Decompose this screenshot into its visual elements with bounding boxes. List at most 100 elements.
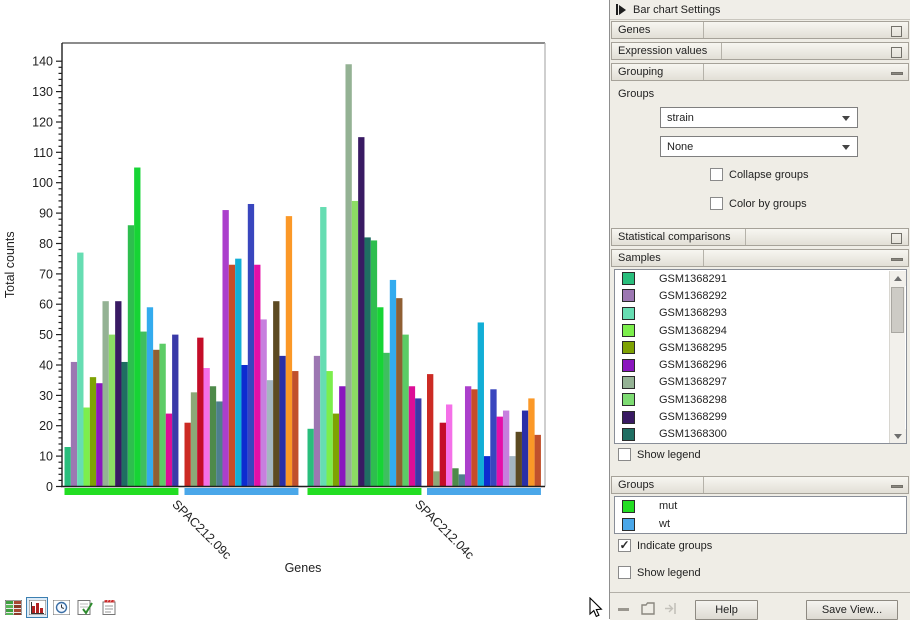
help-button[interactable]: Help (695, 600, 758, 620)
new-view-icon[interactable] (641, 602, 655, 615)
svg-text:SPAC212.09c: SPAC212.09c (169, 497, 234, 562)
svg-text:90: 90 (39, 207, 53, 221)
svg-text:70: 70 (39, 267, 53, 281)
group-list-item[interactable]: wt (615, 515, 906, 533)
sample-name: GSM1368296 (659, 359, 727, 371)
mouse-cursor (583, 597, 603, 619)
collapse-all-icon[interactable] (618, 603, 632, 615)
group-color-swatch (622, 500, 635, 513)
section-samples[interactable]: Samples (611, 249, 909, 267)
dock-view-icon[interactable] (664, 602, 678, 615)
element-info-icon[interactable] (74, 597, 96, 618)
sample-list-item[interactable]: GSM1368292 (615, 287, 906, 304)
save-view-button[interactable]: Save View... (806, 600, 898, 620)
sample-list-item[interactable]: GSM1368295 (615, 339, 906, 356)
subgroup-dropdown[interactable]: None (660, 136, 858, 157)
svg-text:80: 80 (39, 237, 53, 251)
sample-color-swatch (622, 307, 635, 320)
sample-name: GSM1368292 (659, 290, 727, 302)
sample-color-swatch (622, 341, 635, 354)
group-list-item[interactable]: mut (615, 497, 906, 515)
svg-text:Total counts: Total counts (3, 231, 17, 298)
section-grouping[interactable]: Grouping (611, 63, 909, 81)
groups-legend-list[interactable]: mut wt (614, 496, 907, 534)
sample-list-item[interactable]: GSM1368300 (615, 426, 906, 443)
sample-name: GSM1368298 (659, 394, 727, 406)
svg-text:110: 110 (33, 146, 53, 160)
sample-list-item[interactable]: GSM1368294 (615, 322, 906, 339)
group-name: mut (659, 500, 677, 512)
sample-list-item[interactable]: GSM1368299 (615, 408, 906, 425)
svg-text:20: 20 (39, 419, 53, 433)
svg-text:100: 100 (32, 176, 53, 190)
expand-section-icon[interactable] (891, 47, 902, 58)
scrollbar-thumb[interactable] (891, 287, 904, 333)
svg-text:Genes: Genes (285, 561, 322, 575)
sample-name: GSM1368291 (659, 273, 727, 285)
svg-text:30: 30 (39, 389, 53, 403)
section-genes[interactable]: Genes (611, 21, 909, 39)
collapse-section-icon[interactable] (891, 485, 903, 488)
svg-text:130: 130 (32, 85, 53, 99)
sample-color-swatch (622, 376, 635, 389)
section-statistical-comparisons[interactable]: Statistical comparisons (611, 228, 909, 246)
collapse-groups-checkbox[interactable]: Collapse groups (710, 168, 809, 181)
panel-expander-icon[interactable] (616, 4, 626, 15)
bar-chart-view-icon[interactable] (26, 597, 48, 618)
sample-list-item[interactable]: GSM1368298 (615, 391, 906, 408)
color-by-groups-checkbox[interactable]: Color by groups (710, 197, 807, 210)
samples-show-legend-checkbox[interactable]: Show legend (618, 448, 701, 461)
sample-name: GSM1368299 (659, 411, 727, 423)
svg-text:50: 50 (39, 328, 53, 342)
samples-scrollbar[interactable] (889, 271, 905, 444)
svg-text:60: 60 (39, 298, 53, 312)
expand-section-icon[interactable] (891, 26, 902, 37)
svg-text:10: 10 (39, 450, 53, 464)
sample-name: GSM1368293 (659, 307, 727, 319)
section-expression-values[interactable]: Expression values (611, 42, 909, 60)
groups-label: Groups (618, 88, 654, 100)
group-by-dropdown[interactable]: strain (660, 107, 858, 128)
sample-list-item[interactable]: GSM1368297 (615, 374, 906, 391)
collapse-section-icon[interactable] (891, 72, 903, 75)
panel-bottom-bar: Help Save View... (610, 592, 910, 620)
sample-color-swatch (622, 393, 635, 406)
collapse-section-icon[interactable] (891, 258, 903, 261)
sample-name: GSM1368300 (659, 428, 727, 440)
sample-color-swatch (622, 289, 635, 302)
settings-panel: Bar chart Settings Genes Expression valu… (609, 0, 910, 619)
sample-color-swatch (622, 324, 635, 337)
section-groups[interactable]: Groups (611, 476, 909, 494)
sample-color-swatch (622, 359, 635, 372)
app-window: 10 20 30 40 50 60 70 80 90 100 110 120 130 140 0 Total … (0, 0, 910, 619)
sample-color-swatch (622, 272, 635, 285)
chevron-down-icon (842, 116, 850, 121)
view-toolbar (2, 596, 120, 618)
sample-color-swatch (622, 411, 635, 424)
svg-text:120: 120 (32, 116, 53, 130)
samples-list[interactable]: GSM1368291 GSM1368292 GSM1368293 GSM1368294… (614, 269, 907, 444)
group-color-swatch (622, 518, 635, 531)
indicate-groups-checkbox[interactable]: Indicate groups (618, 539, 712, 552)
groups-show-legend-checkbox[interactable]: Show legend (618, 566, 701, 579)
svg-text:SPAC212.04c: SPAC212.04c (412, 497, 477, 562)
chevron-down-icon (842, 145, 850, 150)
history-view-icon[interactable] (50, 597, 72, 618)
svg-text:40: 40 (39, 359, 53, 373)
sample-list-item[interactable]: GSM1368296 (615, 356, 906, 373)
scroll-down-icon[interactable] (890, 429, 906, 444)
chart-area: 10 20 30 40 50 60 70 80 90 100 110 120 130 140 0 Total … (0, 0, 608, 619)
scroll-up-icon[interactable] (890, 271, 906, 286)
show-side-panel-icon[interactable] (98, 597, 120, 618)
svg-text:0: 0 (46, 480, 53, 494)
expand-section-icon[interactable] (891, 233, 902, 244)
sample-name: GSM1368295 (659, 342, 727, 354)
svg-text:140: 140 (32, 55, 53, 69)
sample-list-item[interactable]: GSM1368293 (615, 305, 906, 322)
panel-title: Bar chart Settings (633, 4, 720, 16)
sample-color-swatch (622, 428, 635, 441)
sample-list-item[interactable]: GSM1368291 (615, 270, 906, 287)
panel-header[interactable]: Bar chart Settings (610, 0, 910, 20)
group-name: wt (659, 518, 670, 530)
table-view-icon[interactable] (2, 597, 24, 618)
